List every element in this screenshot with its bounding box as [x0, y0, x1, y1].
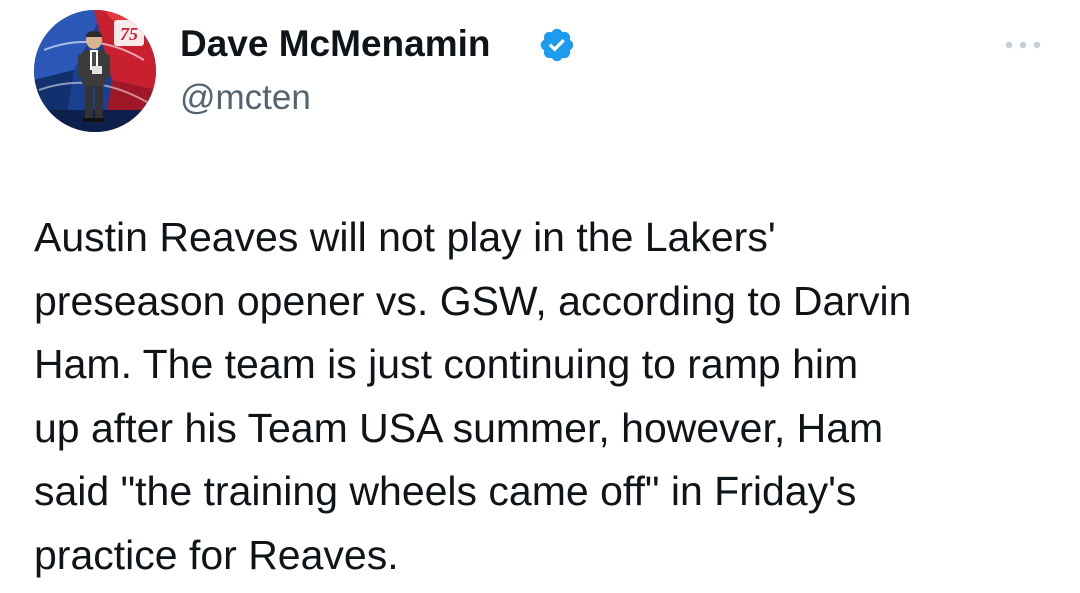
author-handle[interactable]: @mcten	[180, 77, 311, 119]
tweet-text-line: up after his Team USA summer, however, H…	[34, 404, 884, 451]
tweet-text-line: Austin Reaves will not play in the Laker…	[34, 214, 776, 260]
verified-badge-icon	[538, 26, 576, 64]
more-options-button[interactable]	[996, 30, 1050, 60]
tweet-text-line: said "the training wheels came off" in F…	[34, 468, 857, 514]
avatar-image: 75	[34, 10, 156, 132]
tweet-text-line: practice for Reaves.	[34, 531, 399, 578]
avatar-badge-text: 75	[120, 24, 138, 44]
tweet-text-line: Ham. The team is just continuing to ramp…	[34, 341, 859, 387]
tweet-card: 75 Dave McMenamin @mcten Austin Reaves w…	[0, 0, 1080, 593]
tweet-text-line: preseason opener vs. GSW, according to D…	[34, 277, 912, 324]
author-avatar[interactable]: 75	[34, 10, 156, 132]
author-display-name[interactable]: Dave McMenamin	[180, 22, 491, 66]
more-horizontal-icon	[1005, 41, 1041, 49]
tweet-text: Austin Reaves will not play in the Laker…	[34, 206, 1044, 587]
